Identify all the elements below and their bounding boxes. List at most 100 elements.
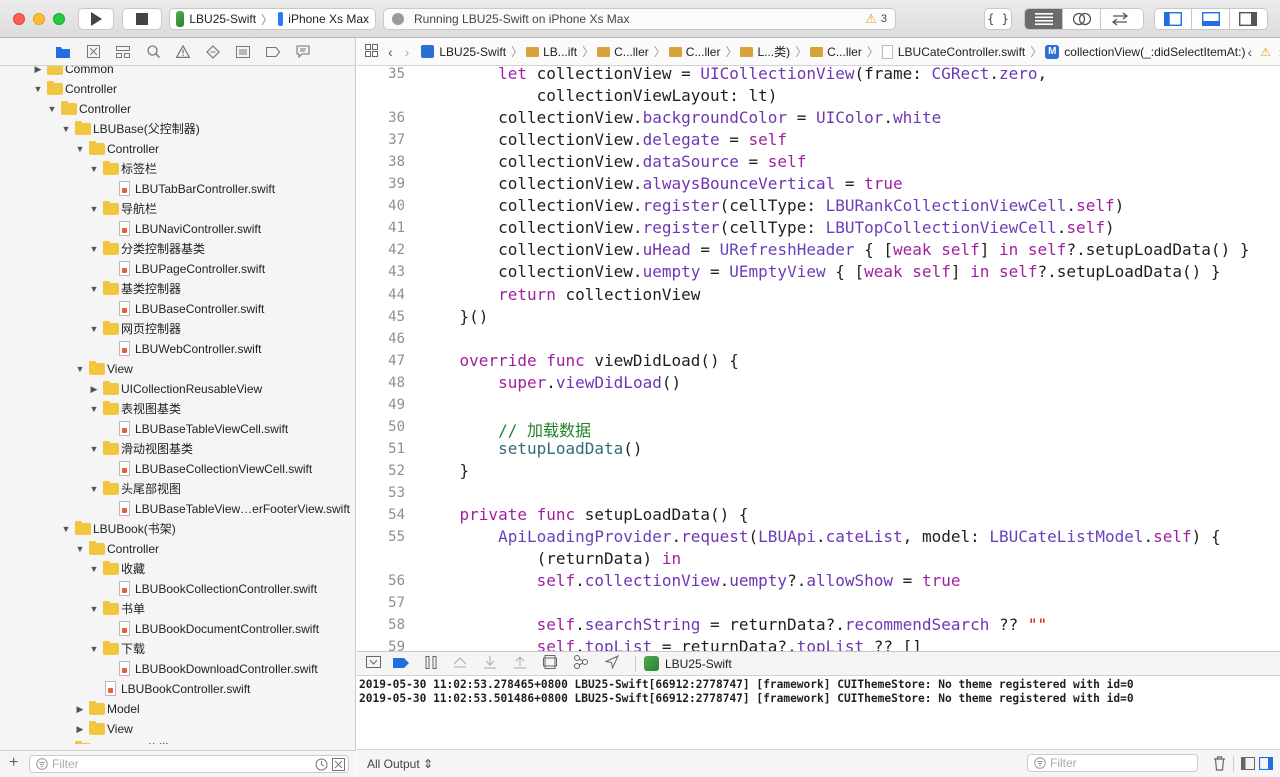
- source-control-filter-icon[interactable]: [332, 757, 345, 771]
- inspector-toggle-button[interactable]: [1230, 9, 1267, 29]
- step-over-icon[interactable]: [453, 656, 467, 671]
- tree-folder-row[interactable]: ▼ View: [0, 359, 356, 379]
- console-output[interactable]: 2019-05-30 11:02:53.278465+0800 LBU25-Sw…: [357, 676, 1280, 749]
- tree-folder-row[interactable]: ▶ Common: [0, 66, 356, 79]
- stop-button[interactable]: [122, 8, 162, 30]
- disclosure-open-icon[interactable]: ▼: [61, 739, 71, 744]
- code-line[interactable]: collectionView.register(cellType: LBUTop…: [421, 218, 1115, 237]
- tree-folder-row[interactable]: ▼ 收藏: [0, 559, 356, 579]
- tree-folder-row[interactable]: ▼ 导航栏: [0, 199, 356, 219]
- console-filter-field[interactable]: Filter: [1027, 754, 1198, 772]
- assistant-editor-button[interactable]: [1063, 9, 1101, 29]
- tree-folder-row[interactable]: ▼ 标签栏: [0, 159, 356, 179]
- code-line[interactable]: collectionView.delegate = self: [421, 130, 787, 149]
- code-line[interactable]: collectionView.uHead = URefreshHeader { …: [421, 240, 1249, 259]
- debug-target-label[interactable]: LBU25-Swift: [665, 657, 732, 671]
- tree-file-row[interactable]: LBUBookController.swift: [0, 679, 356, 699]
- breadcrumb-item[interactable]: LBUCateController.swift: [881, 44, 1025, 59]
- symbol-navigator-tab-icon[interactable]: [108, 38, 138, 66]
- code-line[interactable]: collectionView.backgroundColor = UIColor…: [421, 108, 941, 127]
- recent-files-icon[interactable]: [315, 758, 328, 771]
- code-line[interactable]: let collectionView = UICollectionView(fr…: [421, 66, 1047, 83]
- step-into-icon[interactable]: [483, 655, 497, 672]
- issue-navigator-tab-icon[interactable]: [168, 38, 198, 66]
- standard-editor-button[interactable]: [1025, 9, 1063, 29]
- breadcrumb-item[interactable]: McollectionView(_:didSelectItemAt:): [1045, 44, 1245, 59]
- tree-folder-row[interactable]: ▼ LBUBase(父控制器): [0, 119, 356, 139]
- issue-warning-icon[interactable]: ⚠: [1260, 45, 1271, 59]
- warning-count[interactable]: 3: [881, 13, 887, 25]
- tree-folder-row[interactable]: ▼ 头尾部视图: [0, 479, 356, 499]
- related-items-icon[interactable]: [365, 43, 378, 60]
- code-line[interactable]: collectionView.dataSource = self: [421, 152, 806, 171]
- source-editor[interactable]: 35 let collectionView = UICollectionView…: [357, 66, 1280, 651]
- test-navigator-tab-icon[interactable]: [198, 38, 228, 66]
- tree-folder-row[interactable]: ▶ View: [0, 719, 356, 739]
- breakpoints-toggle-icon[interactable]: [393, 657, 409, 671]
- breadcrumb-item[interactable]: LB...ift: [526, 45, 577, 59]
- tree-file-row[interactable]: LBUTabBarController.swift: [0, 179, 356, 199]
- disclosure-open-icon[interactable]: ▼: [89, 439, 99, 459]
- disclosure-open-icon[interactable]: ▼: [89, 479, 99, 499]
- minimize-window-button[interactable]: [33, 13, 45, 25]
- disclosure-open-icon[interactable]: ▼: [89, 599, 99, 619]
- run-button[interactable]: [78, 8, 114, 30]
- disclosure-open-icon[interactable]: ▼: [89, 279, 99, 299]
- disclosure-open-icon[interactable]: ▼: [75, 139, 85, 159]
- tree-folder-row[interactable]: ▼ 分类控制器基类: [0, 239, 356, 259]
- tree-file-row[interactable]: LBUBaseController.swift: [0, 299, 356, 319]
- disclosure-closed-icon[interactable]: ▶: [75, 699, 85, 719]
- tree-folder-row[interactable]: ▼ Controller: [0, 139, 356, 159]
- report-navigator-tab-icon[interactable]: [288, 38, 318, 66]
- version-editor-button[interactable]: [1101, 9, 1139, 29]
- code-line[interactable]: collectionView.uempty = UEmptyView { [we…: [421, 262, 1221, 281]
- view-hierarchy-icon[interactable]: [543, 655, 557, 672]
- code-line[interactable]: ApiLoadingProvider.request(LBUApi.cateLi…: [421, 527, 1221, 546]
- code-line[interactable]: override func viewDidLoad() {: [421, 351, 739, 370]
- code-line[interactable]: }: [421, 461, 470, 480]
- breakpoint-navigator-tab-icon[interactable]: [258, 38, 288, 66]
- debug-navigator-tab-icon[interactable]: [228, 38, 258, 66]
- disclosure-open-icon[interactable]: ▼: [89, 559, 99, 579]
- tree-folder-row[interactable]: ▼ Controller: [0, 99, 356, 119]
- disclosure-open-icon[interactable]: ▼: [61, 119, 71, 139]
- tree-file-row[interactable]: LBUBaseCollectionViewCell.swift: [0, 459, 356, 479]
- warning-icon[interactable]: ⚠: [865, 11, 877, 27]
- code-line[interactable]: private func setupLoadData() {: [421, 505, 749, 524]
- console-view-toggle-icon[interactable]: [1258, 756, 1274, 773]
- debug-area-toggle-button[interactable]: [1192, 9, 1230, 29]
- project-navigator-tab-icon[interactable]: [48, 38, 78, 66]
- add-file-icon[interactable]: +: [9, 754, 18, 772]
- code-line[interactable]: collectionView.alwaysBounceVertical = tr…: [421, 174, 903, 193]
- tree-folder-row[interactable]: ▼ 下载: [0, 639, 356, 659]
- tree-folder-row[interactable]: ▼ LBUCate(分类): [0, 739, 356, 744]
- tree-folder-row[interactable]: ▼ 基类控制器: [0, 279, 356, 299]
- code-line[interactable]: (returnData) in: [421, 549, 682, 568]
- code-line[interactable]: }(): [421, 307, 489, 326]
- breadcrumb-item[interactable]: LBU25-Swift: [421, 45, 506, 59]
- tree-folder-row[interactable]: ▶ Model: [0, 699, 356, 719]
- code-line[interactable]: setupLoadData(): [421, 439, 643, 458]
- tree-file-row[interactable]: LBUNaviController.swift: [0, 219, 356, 239]
- tree-folder-row[interactable]: ▼ Controller: [0, 79, 356, 99]
- source-control-tab-icon[interactable]: [78, 38, 108, 66]
- code-line[interactable]: self.collectionView.uempty?.allowShow = …: [421, 571, 961, 590]
- code-line[interactable]: self.searchString = returnData?.recommen…: [421, 615, 1048, 634]
- close-window-button[interactable]: [13, 13, 25, 25]
- library-button[interactable]: { }: [984, 8, 1012, 30]
- code-line[interactable]: [421, 593, 460, 612]
- code-line[interactable]: self.topList = returnData?.topList ?? []: [421, 637, 922, 651]
- hide-debug-area-icon[interactable]: [366, 656, 381, 671]
- code-line[interactable]: super.viewDidLoad(): [421, 373, 681, 392]
- disclosure-open-icon[interactable]: ▼: [89, 319, 99, 339]
- pause-icon[interactable]: [425, 655, 437, 672]
- code-line[interactable]: [421, 329, 460, 348]
- code-line[interactable]: // 加载数据: [421, 417, 591, 441]
- code-line[interactable]: [421, 395, 460, 414]
- disclosure-open-icon[interactable]: ▼: [75, 539, 85, 559]
- disclosure-open-icon[interactable]: ▼: [89, 239, 99, 259]
- trash-icon[interactable]: [1213, 756, 1226, 774]
- tree-folder-row[interactable]: ▼ LBUBook(书架): [0, 519, 356, 539]
- tree-folder-row[interactable]: ▼ 网页控制器: [0, 319, 356, 339]
- disclosure-open-icon[interactable]: ▼: [47, 99, 57, 119]
